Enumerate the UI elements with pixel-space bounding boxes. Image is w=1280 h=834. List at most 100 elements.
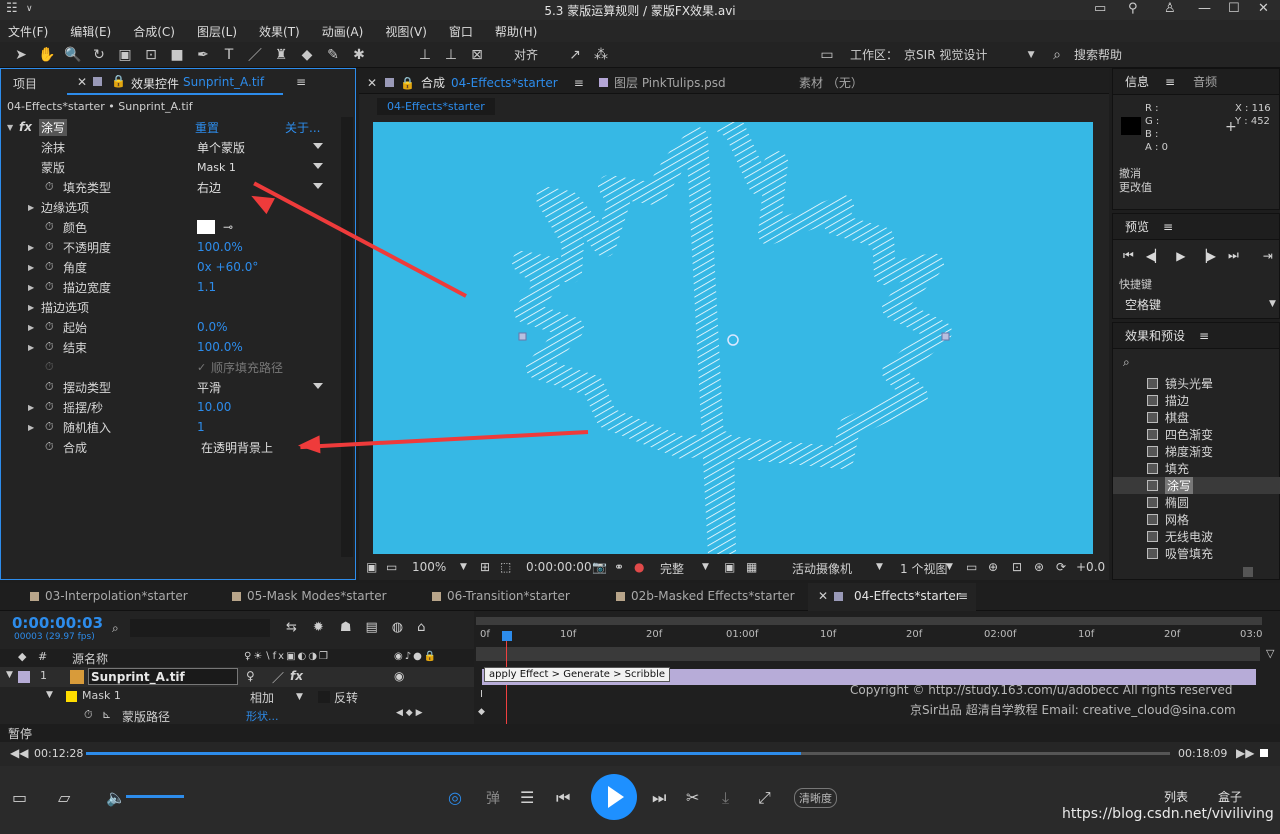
invert-checkbox[interactable]	[318, 691, 330, 703]
wiggles-value[interactable]: 10.00	[197, 400, 231, 414]
stroke-width-value[interactable]: 1.1	[197, 280, 216, 294]
minimize-icon[interactable]: —	[1198, 1, 1211, 16]
chevron-down-icon[interactable]: ▼	[296, 692, 303, 702]
checkbox-checked-icon[interactable]: ✓	[197, 361, 206, 374]
mask-mode-select[interactable]: 相加	[250, 689, 274, 706]
start-value[interactable]: 0.0%	[197, 320, 228, 334]
color-swatch[interactable]	[197, 220, 215, 234]
twirl-open-icon[interactable]: ▼	[6, 670, 13, 680]
panel-menu-icon[interactable]: ≡	[574, 76, 584, 90]
fx-switch-icon[interactable]: fx	[290, 669, 303, 683]
motion-blur-icon[interactable]: ◍	[392, 620, 403, 635]
rewind-icon[interactable]: ◀◀	[10, 746, 28, 760]
twirl-open-icon[interactable]: ▼	[7, 123, 13, 132]
quality-select[interactable]: 完整	[660, 560, 684, 577]
lock-icon[interactable]: 🔒	[111, 74, 126, 88]
stopwatch-icon[interactable]: ⏱	[45, 400, 54, 414]
close-icon[interactable]: ✕	[818, 589, 828, 603]
lock-icon[interactable]: 🔒	[400, 76, 415, 90]
timeline-tab[interactable]: 05-Mask Modes*starter	[232, 589, 387, 603]
twirl-closed-icon[interactable]: ▶	[28, 263, 34, 272]
menu-animation[interactable]: 动画(A)	[314, 23, 364, 40]
graph-editor-icon[interactable]: ⌂	[417, 620, 425, 635]
menu-layer[interactable]: 图层(L)	[189, 23, 237, 40]
tab-composition[interactable]: ✕ 🔒 合成 04-Effects*starter ≡	[367, 74, 584, 91]
frame-blending-icon[interactable]: ▤	[365, 620, 377, 635]
folder-icon[interactable]: ▱	[58, 788, 70, 807]
eraser-tool-icon[interactable]: ◆	[298, 46, 316, 64]
maximize-icon[interactable]: ☐	[1228, 1, 1240, 16]
stopwatch-icon[interactable]: ⏱	[45, 380, 54, 394]
seek-bar[interactable]	[86, 752, 1170, 755]
toolbox-icon[interactable]: ▭	[12, 788, 27, 807]
rectangle-tool-icon[interactable]: ■	[168, 46, 186, 64]
axis-world-icon[interactable]: ⊥	[442, 46, 460, 64]
camera-tool-icon[interactable]: ▣	[116, 46, 134, 64]
fast-forward-icon[interactable]: ▶▶	[1236, 746, 1254, 760]
show-snapshot-icon[interactable]: ⚭	[614, 560, 624, 574]
camera-snapshot-icon[interactable]: 📷	[592, 560, 607, 574]
close-icon[interactable]: ✕	[1258, 1, 1269, 16]
menu-composition[interactable]: 合成(C)	[125, 23, 175, 40]
pin-icon[interactable]: ⚲	[1128, 1, 1138, 16]
effect-preset-item[interactable]: 梯度渐变	[1113, 443, 1280, 460]
fullscreen-icon[interactable]: ⤢	[758, 788, 771, 808]
volume-icon[interactable]: 🔈	[106, 788, 126, 807]
mask-row[interactable]: ▼ Mask 1 相加 ▼ 反转	[0, 687, 474, 707]
tab-layer[interactable]: 图层 PinkTulips.psd	[599, 74, 726, 91]
mask-path-value[interactable]: 形状...	[246, 708, 279, 724]
timeline-timecode[interactable]: 0:00:00:03	[12, 614, 103, 632]
comp-subtab[interactable]: 04-Effects*starter	[377, 98, 495, 115]
stopwatch-icon[interactable]: ⏱	[45, 420, 54, 434]
effect-preset-item[interactable]: 四色渐变	[1113, 426, 1280, 443]
selection-tool-icon[interactable]: ➤	[12, 46, 30, 64]
tab-project[interactable]: 项目	[13, 75, 37, 92]
pen-tool-icon[interactable]: ✒	[194, 46, 212, 64]
effect-preset-item[interactable]: 无线电波	[1113, 528, 1280, 545]
twirl-closed-icon[interactable]: ▶	[28, 423, 34, 432]
timeline-search-input[interactable]	[130, 619, 270, 637]
puppet-tool-icon[interactable]: ✱	[350, 46, 368, 64]
reset-link[interactable]: 重置	[195, 119, 219, 136]
shirt-icon[interactable]: ♙	[1164, 1, 1176, 16]
draft-3d-icon[interactable]: ✹	[313, 620, 324, 635]
clone-stamp-tool-icon[interactable]: ♜	[272, 46, 290, 64]
menu-edit[interactable]: 编辑(E)	[62, 23, 111, 40]
scribble-dropdown[interactable]: 单个蒙版	[197, 138, 327, 156]
tab-info[interactable]: 信息	[1125, 73, 1149, 90]
twirl-closed-icon[interactable]: ▶	[28, 283, 34, 292]
monitor-icon[interactable]: ▭	[386, 560, 397, 574]
panel-menu-icon[interactable]: ≡	[1199, 329, 1209, 343]
work-area-range[interactable]	[476, 647, 1260, 661]
tab-effect-controls[interactable]: ✕ 🔒 效果控件 Sunprint_A.tif	[67, 69, 283, 95]
twirl-closed-icon[interactable]: ▶	[28, 203, 34, 212]
first-frame-icon[interactable]: ⏮	[1123, 248, 1134, 263]
stopwatch-icon[interactable]: ⏱	[45, 240, 54, 254]
opacity-value[interactable]: 100.0%	[197, 240, 243, 254]
effect-preset-item[interactable]: 吸管填充	[1113, 545, 1280, 562]
roto-brush-tool-icon[interactable]: ✎	[324, 46, 342, 64]
menu-effect[interactable]: 效果(T)	[251, 23, 300, 40]
stop-icon[interactable]	[1260, 749, 1268, 757]
stopwatch-icon[interactable]: ⏱	[45, 440, 54, 454]
tab-audio[interactable]: 音频	[1193, 73, 1217, 90]
current-time-indicator[interactable]	[502, 631, 512, 641]
angle-value[interactable]: 0x +60.0°	[197, 260, 258, 274]
shy-icon[interactable]: ☗	[340, 620, 352, 635]
brush-tool-icon[interactable]: ／	[246, 46, 264, 64]
stopwatch-icon[interactable]: ⏱	[45, 340, 54, 354]
timeline-tab[interactable]: 06-Transition*starter	[432, 589, 570, 603]
network-icon[interactable]: ⊛	[1034, 560, 1044, 574]
timeline-icon[interactable]: ⊡	[1012, 560, 1022, 574]
stopwatch-icon[interactable]: ⏱	[45, 220, 54, 234]
channel-icon[interactable]: ●	[634, 560, 644, 574]
flowchart-icon[interactable]: ⊕	[988, 560, 998, 574]
comp-button-icon[interactable]: ▽	[1266, 647, 1274, 660]
chevron-down-icon[interactable]: ▼	[876, 562, 883, 572]
box-button[interactable]: 盒子	[1218, 788, 1242, 805]
fx-icon[interactable]: fx	[19, 120, 32, 134]
play-button[interactable]	[591, 774, 637, 820]
effect-header-row[interactable]: ▼ fx 涂写 重置 关于...	[1, 117, 341, 137]
search-icon[interactable]: ⌕	[112, 621, 119, 636]
menu-window[interactable]: 窗口	[441, 23, 473, 40]
